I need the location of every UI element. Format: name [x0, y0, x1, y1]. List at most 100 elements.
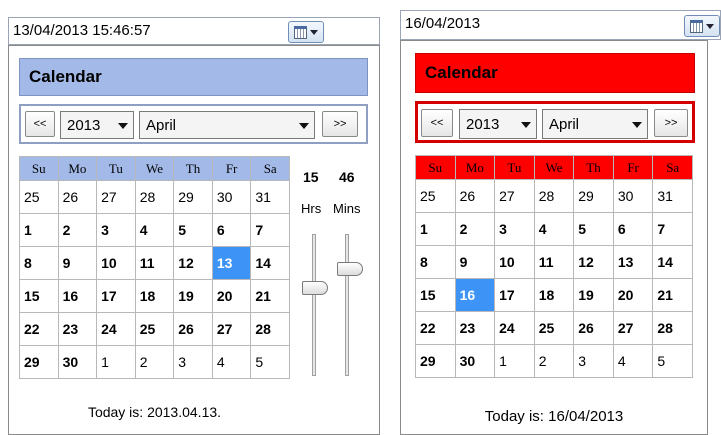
calendar-day-cell[interactable]: 12 — [573, 245, 614, 279]
calendar-day-selected[interactable]: 13 — [211, 246, 252, 280]
calendar-day-cell[interactable]: 26 — [173, 312, 213, 346]
calendar-day-cell[interactable]: 28 — [134, 180, 175, 214]
right-calendar-dropdown-button[interactable] — [684, 15, 720, 37]
right-date-input[interactable]: 16/04/2013 — [400, 10, 721, 40]
left-next-year-button[interactable]: >> — [322, 111, 358, 137]
calendar-day-cell[interactable]: 15 — [415, 278, 456, 312]
calendar-day-cell[interactable]: 11 — [134, 246, 175, 280]
right-prev-year-button[interactable]: << — [421, 109, 453, 137]
calendar-day-cell[interactable]: 2 — [454, 212, 496, 246]
calendar-day-cell[interactable]: 3 — [173, 345, 213, 379]
calendar-day-cell[interactable]: 25 — [134, 312, 175, 346]
left-month-select[interactable]: April — [139, 111, 315, 139]
calendar-day-cell[interactable]: 5 — [250, 345, 290, 379]
calendar-day-cell[interactable]: 23 — [57, 312, 98, 346]
calendar-day-cell[interactable]: 10 — [96, 246, 136, 280]
left-hours-slider-track[interactable] — [312, 234, 316, 376]
left-prev-year-button[interactable]: << — [25, 111, 55, 137]
calendar-day-cell[interactable]: 7 — [652, 212, 693, 246]
calendar-day-cell[interactable]: 10 — [494, 245, 535, 279]
calendar-day-cell[interactable]: 13 — [612, 245, 654, 279]
calendar-day-cell[interactable]: 27 — [96, 180, 136, 214]
calendar-day-cell[interactable]: 30 — [211, 180, 252, 214]
calendar-day-cell[interactable]: 27 — [211, 312, 252, 346]
left-hours-slider-thumb[interactable] — [302, 281, 328, 296]
calendar-day-cell[interactable]: 2 — [57, 213, 98, 247]
calendar-day-cell[interactable]: 19 — [173, 279, 213, 313]
calendar-day-cell[interactable]: 27 — [494, 179, 535, 213]
right-year-select[interactable]: 2013 — [459, 109, 537, 139]
calendar-day-cell[interactable]: 25 — [19, 180, 59, 214]
calendar-day-cell[interactable]: 30 — [57, 345, 98, 379]
calendar-day-cell[interactable]: 28 — [533, 179, 575, 213]
calendar-day-cell[interactable]: 14 — [652, 245, 693, 279]
calendar-day-cell[interactable]: 29 — [19, 345, 59, 379]
calendar-day-cell[interactable]: 2 — [533, 344, 575, 378]
calendar-day-cell[interactable]: 26 — [573, 311, 614, 345]
calendar-day-cell[interactable]: 21 — [250, 279, 290, 313]
calendar-day-cell[interactable]: 6 — [612, 212, 654, 246]
calendar-day-cell[interactable]: 25 — [415, 179, 456, 213]
calendar-day-cell[interactable]: 20 — [612, 278, 654, 312]
calendar-day-cell[interactable]: 22 — [19, 312, 59, 346]
calendar-day-cell[interactable]: 27 — [612, 311, 654, 345]
calendar-day-cell[interactable]: 26 — [57, 180, 98, 214]
left-calendar-dropdown-button[interactable] — [288, 21, 324, 43]
calendar-day-cell[interactable]: 30 — [612, 179, 654, 213]
calendar-day-cell[interactable]: 8 — [415, 245, 456, 279]
calendar-day-cell[interactable]: 31 — [250, 180, 290, 214]
calendar-day-cell[interactable]: 1 — [494, 344, 535, 378]
left-year-select[interactable]: 2013 — [60, 111, 134, 139]
calendar-day-cell[interactable]: 19 — [573, 278, 614, 312]
calendar-day-cell[interactable]: 7 — [250, 213, 290, 247]
calendar-day-cell[interactable]: 14 — [250, 246, 290, 280]
calendar-day-cell[interactable]: 29 — [173, 180, 213, 214]
calendar-day-cell[interactable]: 8 — [19, 246, 59, 280]
calendar-day-cell[interactable]: 3 — [494, 212, 535, 246]
left-minutes-slider-track[interactable] — [345, 234, 349, 376]
calendar-day-cell[interactable]: 1 — [415, 212, 456, 246]
calendar-day-cell[interactable]: 3 — [96, 213, 136, 247]
calendar-day-cell[interactable]: 22 — [415, 311, 456, 345]
calendar-day-cell[interactable]: 29 — [573, 179, 614, 213]
calendar-day-cell[interactable]: 15 — [19, 279, 59, 313]
calendar-day-cell[interactable]: 17 — [494, 278, 535, 312]
calendar-day-cell[interactable]: 29 — [415, 344, 456, 378]
calendar-day-cell[interactable]: 30 — [454, 344, 496, 378]
calendar-day-cell[interactable]: 17 — [96, 279, 136, 313]
calendar-day-cell[interactable]: 28 — [250, 312, 290, 346]
calendar-day-cell[interactable]: 4 — [211, 345, 252, 379]
calendar-day-cell[interactable]: 9 — [57, 246, 98, 280]
calendar-day-cell[interactable]: 4 — [612, 344, 654, 378]
calendar-day-cell[interactable]: 4 — [134, 213, 175, 247]
left-datetime-input[interactable]: 13/04/2013 15:46:57 — [8, 17, 380, 45]
calendar-day-cell[interactable]: 11 — [533, 245, 575, 279]
calendar-day-cell[interactable]: 5 — [173, 213, 213, 247]
calendar-day-cell[interactable]: 24 — [96, 312, 136, 346]
calendar-day-cell[interactable]: 1 — [96, 345, 136, 379]
right-next-year-button[interactable]: >> — [654, 109, 688, 137]
calendar-day-cell[interactable]: 18 — [134, 279, 175, 313]
calendar-day-cell[interactable]: 2 — [134, 345, 175, 379]
right-month-select[interactable]: April — [542, 109, 648, 139]
calendar-day-cell[interactable]: 18 — [533, 278, 575, 312]
calendar-day-cell[interactable]: 24 — [494, 311, 535, 345]
calendar-day-cell[interactable]: 9 — [454, 245, 496, 279]
calendar-day-cell[interactable]: 3 — [573, 344, 614, 378]
calendar-day-cell[interactable]: 16 — [57, 279, 98, 313]
calendar-day-cell[interactable]: 28 — [652, 311, 693, 345]
left-minutes-slider-thumb[interactable] — [337, 262, 363, 277]
calendar-day-selected[interactable]: 16 — [454, 278, 496, 312]
calendar-day-cell[interactable]: 25 — [533, 311, 575, 345]
calendar-day-cell[interactable]: 4 — [533, 212, 575, 246]
calendar-day-cell[interactable]: 6 — [211, 213, 252, 247]
calendar-day-cell[interactable]: 5 — [573, 212, 614, 246]
calendar-day-cell[interactable]: 23 — [454, 311, 496, 345]
calendar-day-cell[interactable]: 26 — [454, 179, 496, 213]
calendar-day-cell[interactable]: 5 — [652, 344, 693, 378]
calendar-day-cell[interactable]: 1 — [19, 213, 59, 247]
calendar-day-cell[interactable]: 20 — [211, 279, 252, 313]
calendar-day-cell[interactable]: 21 — [652, 278, 693, 312]
calendar-day-cell[interactable]: 12 — [173, 246, 213, 280]
calendar-day-cell[interactable]: 31 — [652, 179, 693, 213]
